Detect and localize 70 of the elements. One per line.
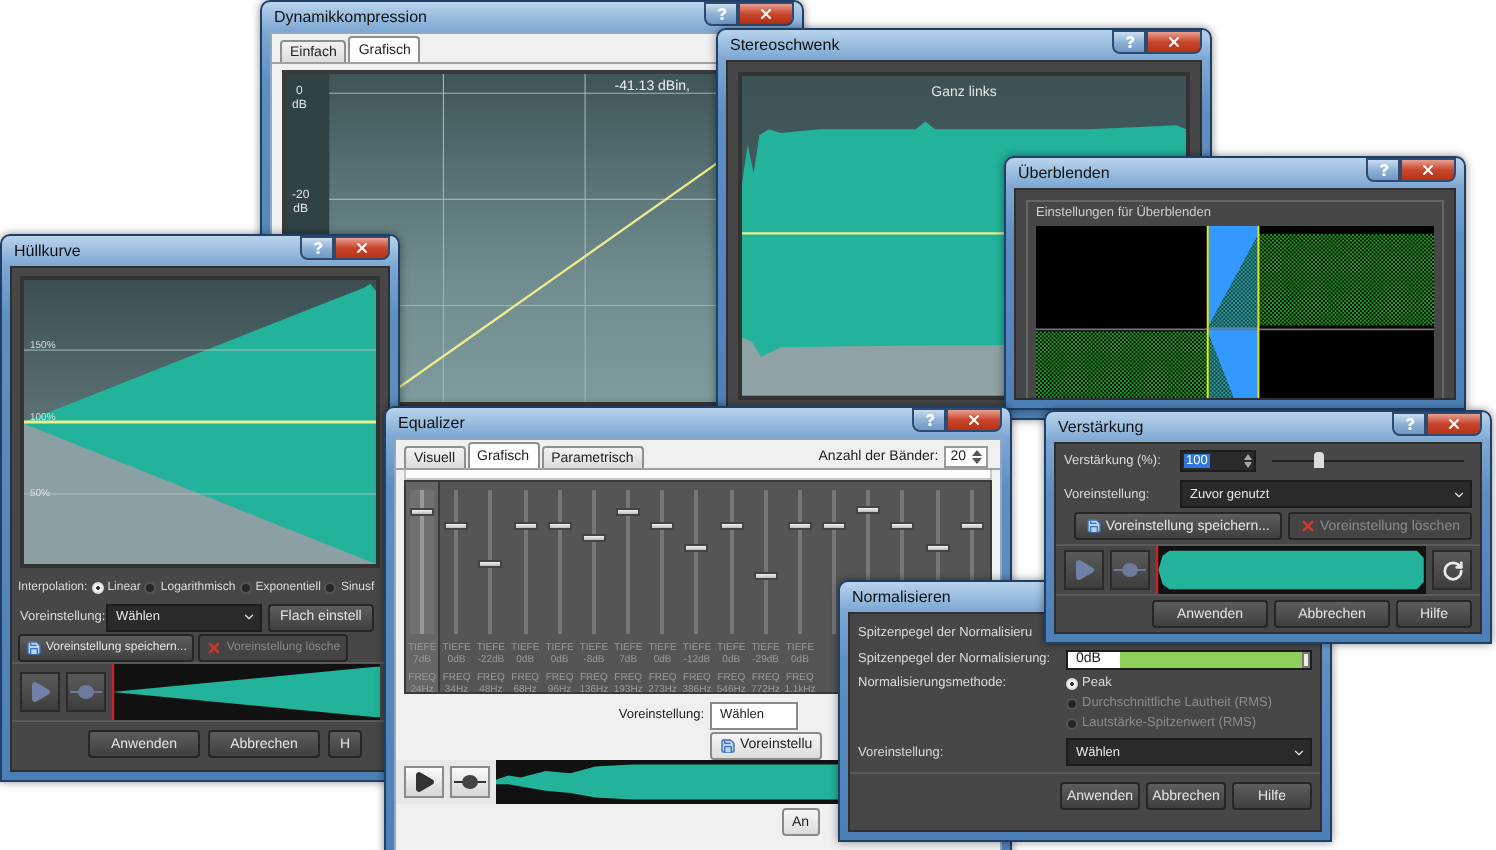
floppy-icon bbox=[720, 737, 736, 753]
window-title: Normalisieren bbox=[850, 588, 951, 606]
close-button[interactable] bbox=[738, 2, 794, 26]
close-icon bbox=[966, 412, 982, 428]
slider-thumb[interactable] bbox=[513, 522, 538, 530]
loop-icon bbox=[1441, 559, 1463, 581]
caret-icon bbox=[1452, 487, 1466, 501]
loop-button[interactable] bbox=[1432, 550, 1472, 590]
floppy-icon bbox=[1085, 518, 1102, 534]
window-title: Überblenden bbox=[1016, 164, 1110, 182]
slider-thumb[interactable] bbox=[581, 534, 606, 543]
slider-thumb[interactable] bbox=[444, 522, 469, 530]
help-button[interactable] bbox=[1112, 30, 1146, 54]
help-button[interactable] bbox=[300, 236, 334, 260]
slider-thumb[interactable] bbox=[822, 522, 847, 530]
help-button[interactable] bbox=[1366, 158, 1400, 182]
close-icon bbox=[758, 6, 774, 22]
slider-thumb[interactable] bbox=[719, 522, 744, 530]
close-icon bbox=[1420, 162, 1436, 178]
play-button[interactable] bbox=[404, 766, 444, 798]
spinner-arrows-icon bbox=[972, 449, 982, 463]
dot-icon bbox=[454, 774, 486, 790]
preview-button[interactable] bbox=[450, 766, 490, 798]
band-slider[interactable] bbox=[410, 490, 435, 634]
dot-icon bbox=[70, 684, 102, 700]
help-icon bbox=[311, 242, 323, 254]
slider-thumb[interactable] bbox=[650, 522, 675, 530]
help-icon bbox=[1403, 418, 1415, 430]
slider-thumb[interactable] bbox=[410, 507, 435, 516]
slider-thumb[interactable] bbox=[753, 572, 778, 581]
delete-icon bbox=[206, 639, 223, 655]
window-title: Verstärkung bbox=[1056, 418, 1144, 436]
close-button[interactable] bbox=[1146, 30, 1202, 54]
slider-thumb[interactable] bbox=[547, 522, 572, 530]
close-icon bbox=[1166, 34, 1182, 50]
help-button[interactable] bbox=[1392, 412, 1426, 436]
slider-thumb[interactable] bbox=[787, 522, 812, 530]
help-icon bbox=[715, 8, 727, 20]
help-icon bbox=[923, 414, 935, 426]
help-button[interactable] bbox=[704, 2, 738, 26]
window-title: Equalizer bbox=[396, 414, 465, 432]
caret-icon bbox=[242, 610, 256, 624]
window-title: Stereoschwenk bbox=[728, 36, 840, 54]
slider-thumb[interactable] bbox=[1314, 452, 1325, 468]
play-icon bbox=[412, 770, 436, 794]
spinner-arrows-icon bbox=[1244, 454, 1252, 468]
slider-thumb[interactable] bbox=[959, 522, 984, 530]
close-button[interactable] bbox=[946, 408, 1002, 432]
close-icon bbox=[354, 240, 370, 256]
slider-thumb[interactable] bbox=[478, 559, 503, 568]
close-button[interactable] bbox=[1426, 412, 1482, 436]
close-button[interactable] bbox=[334, 236, 390, 260]
dot-icon bbox=[1114, 562, 1146, 578]
close-icon bbox=[1446, 416, 1462, 432]
help-icon bbox=[1123, 36, 1135, 48]
window-title: Hüllkurve bbox=[12, 242, 81, 260]
slider-thumb[interactable] bbox=[856, 506, 881, 515]
delete-icon bbox=[1299, 518, 1316, 534]
slider-thumb[interactable] bbox=[616, 507, 641, 516]
help-button[interactable] bbox=[912, 408, 946, 432]
window-title: Dynamikkompression bbox=[272, 8, 427, 26]
play-icon bbox=[28, 680, 52, 704]
close-button[interactable] bbox=[1400, 158, 1456, 182]
floppy-icon bbox=[26, 639, 42, 655]
help-icon bbox=[1377, 164, 1389, 176]
caret-icon bbox=[1292, 745, 1306, 759]
play-icon bbox=[1072, 558, 1096, 582]
slider-thumb[interactable] bbox=[890, 522, 915, 530]
slider-thumb[interactable] bbox=[925, 543, 950, 552]
slider-thumb[interactable] bbox=[684, 543, 709, 552]
